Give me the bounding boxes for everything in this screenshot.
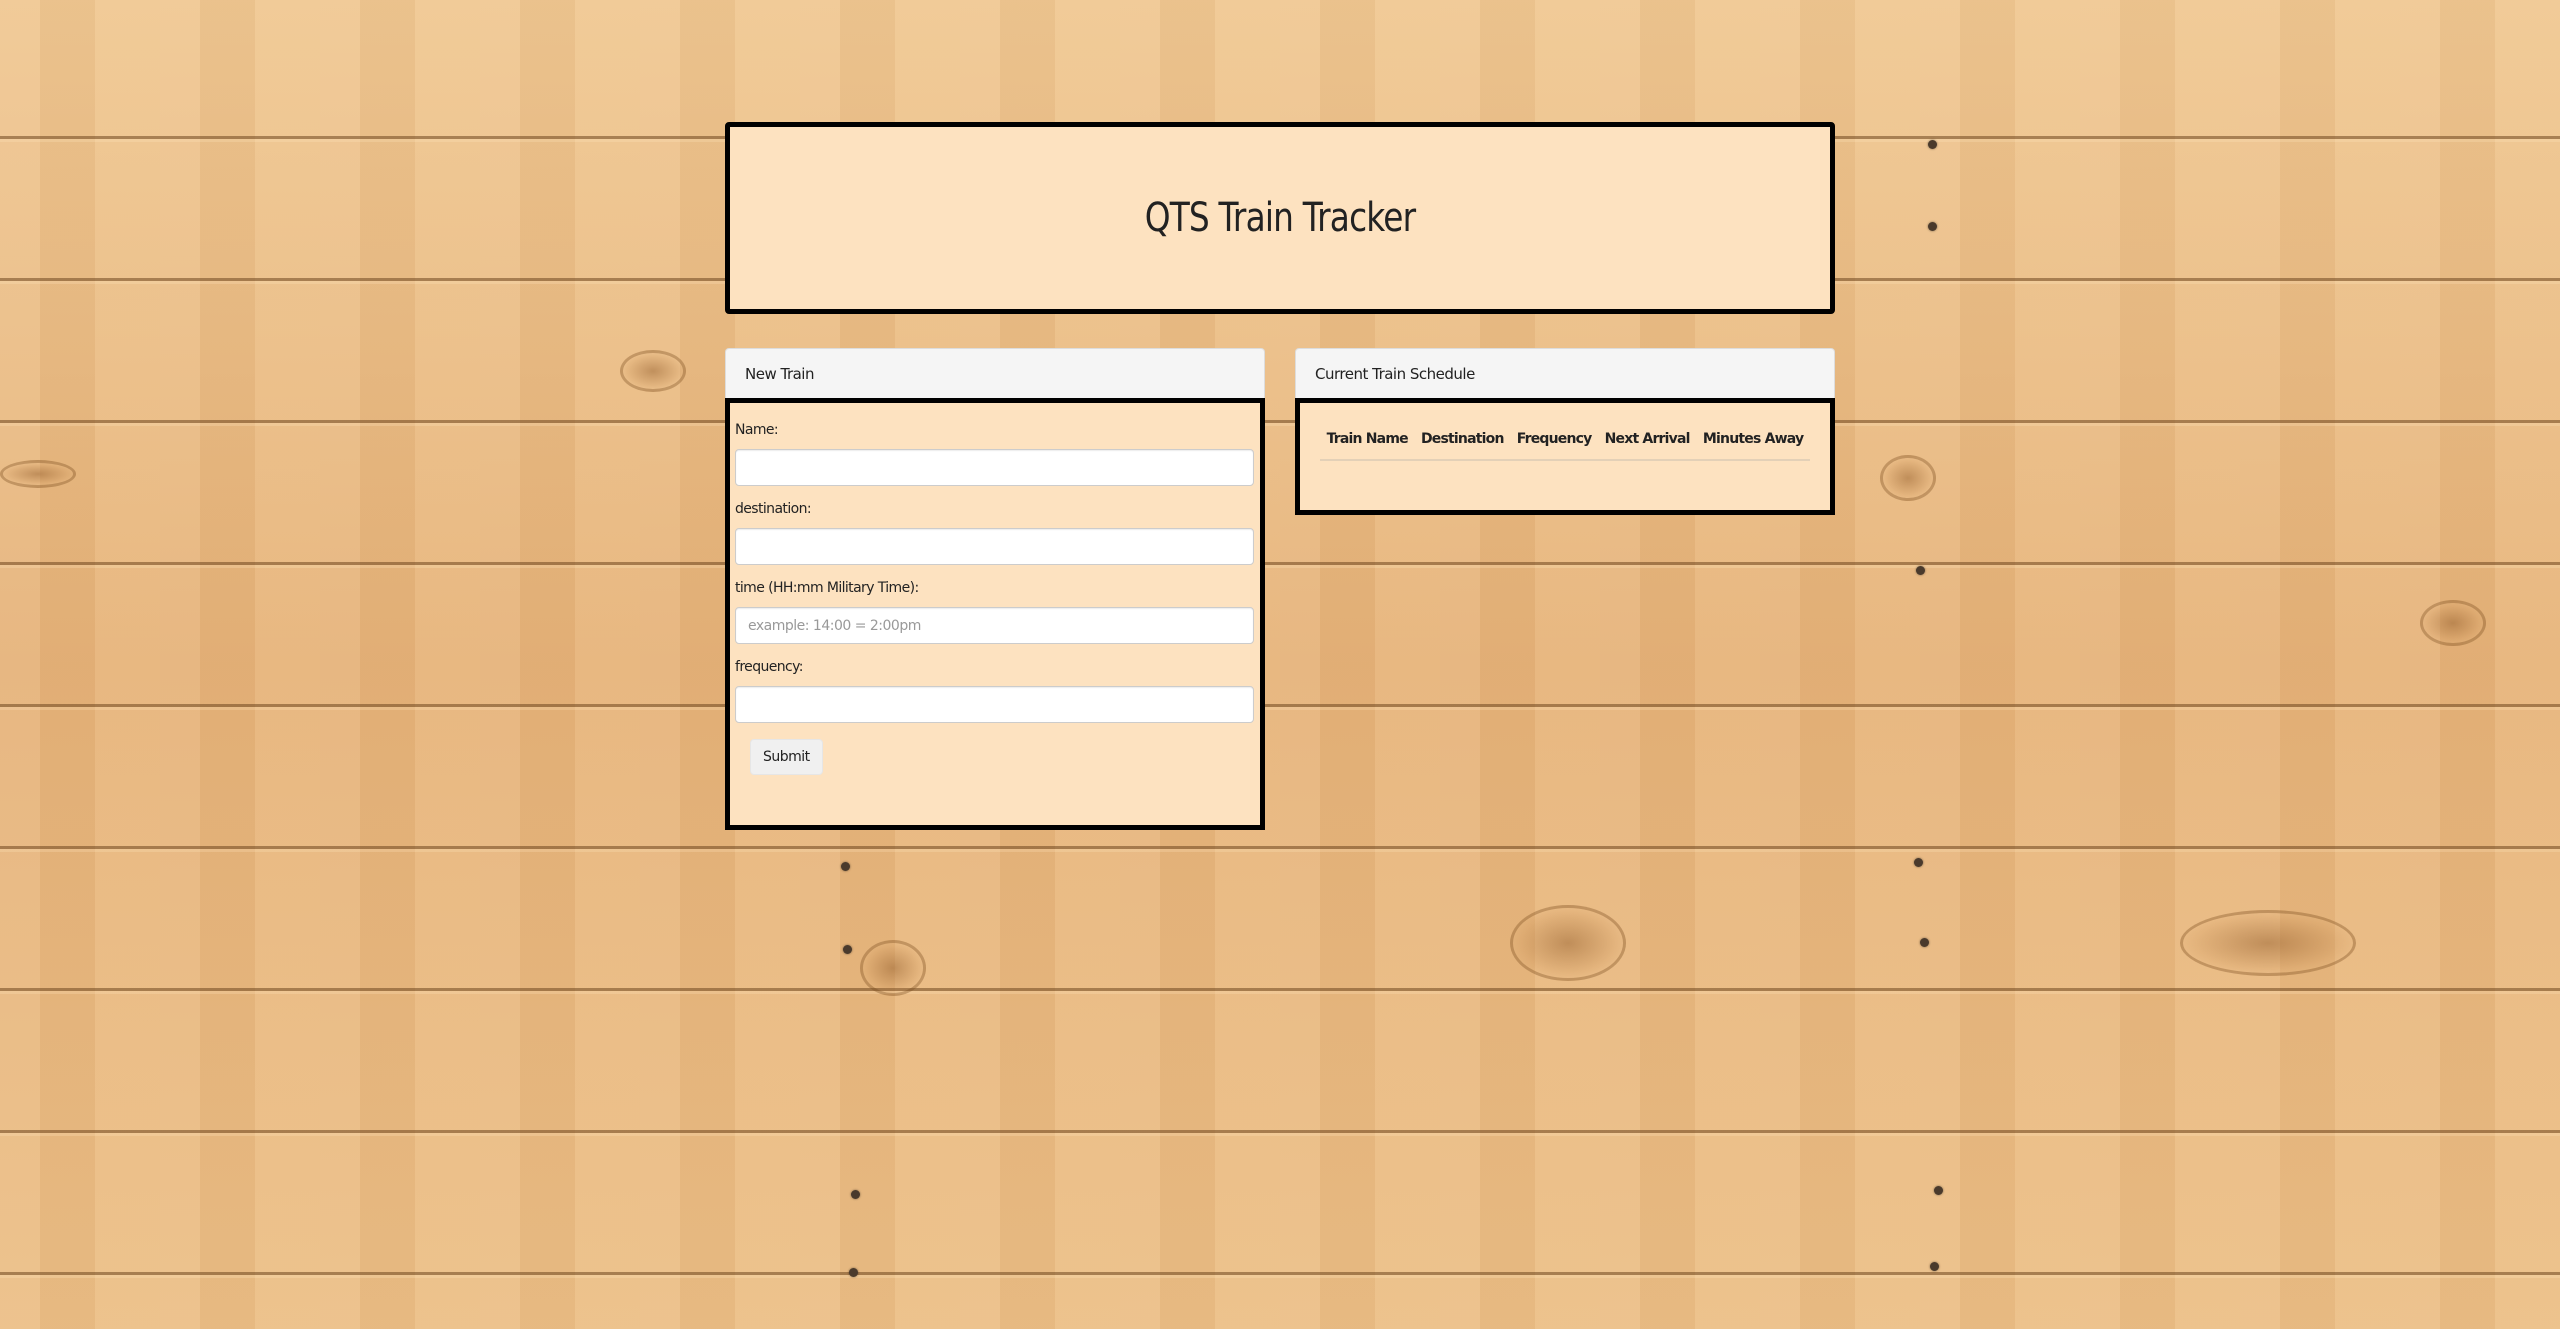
nail-head xyxy=(1930,1262,1939,1271)
nail-head xyxy=(1934,1186,1943,1195)
nail-head xyxy=(1920,938,1929,947)
nail-head xyxy=(851,1190,860,1199)
name-form-group: Name: xyxy=(735,421,1255,486)
nail-head xyxy=(1928,140,1937,149)
schedule-table-container: Train Name Destination Frequency Next Ar… xyxy=(1295,398,1835,515)
frequency-input[interactable] xyxy=(735,686,1254,723)
destination-form-group: destination: xyxy=(735,500,1255,565)
column-header-minutes-away: Minutes Away xyxy=(1696,423,1810,461)
frequency-form-group: frequency: xyxy=(735,658,1255,723)
name-input[interactable] xyxy=(735,449,1254,486)
page-title: QTS Train Tracker xyxy=(1144,195,1416,241)
wood-knot xyxy=(620,350,686,392)
time-label: time (HH:mm Military Time): xyxy=(735,580,919,596)
destination-label: destination: xyxy=(735,501,812,517)
new-train-form: Name: destination: time (HH:mm Military … xyxy=(725,398,1265,830)
wood-knot xyxy=(0,460,76,488)
wood-knot xyxy=(2420,600,2486,646)
column-header-destination: Destination xyxy=(1414,423,1511,461)
time-form-group: time (HH:mm Military Time): xyxy=(735,579,1255,644)
submit-button[interactable]: Submit xyxy=(750,739,823,775)
schedule-table: Train Name Destination Frequency Next Ar… xyxy=(1320,423,1810,461)
wood-knot xyxy=(1510,905,1626,981)
time-input[interactable] xyxy=(735,607,1254,644)
frequency-label: frequency: xyxy=(735,659,804,675)
schedule-panel: Current Train Schedule Train Name Destin… xyxy=(1295,348,1835,515)
schedule-header-row: Train Name Destination Frequency Next Ar… xyxy=(1320,423,1810,461)
wood-knot xyxy=(2180,910,2356,976)
nail-head xyxy=(843,945,852,954)
column-header-frequency: Frequency xyxy=(1510,423,1599,461)
name-label: Name: xyxy=(735,422,779,438)
nail-head xyxy=(1914,858,1923,867)
schedule-panel-heading: Current Train Schedule xyxy=(1295,348,1835,398)
nail-head xyxy=(1916,566,1925,575)
new-train-panel-heading: New Train xyxy=(725,348,1265,398)
wood-knot xyxy=(860,940,926,996)
column-header-next-arrival: Next Arrival xyxy=(1598,423,1697,461)
nail-head xyxy=(849,1268,858,1277)
destination-input[interactable] xyxy=(735,528,1254,565)
new-train-panel: New Train Name: destination: time (HH:mm… xyxy=(725,348,1265,830)
header-banner: QTS Train Tracker xyxy=(725,122,1835,314)
nail-head xyxy=(1928,222,1937,231)
wood-knot xyxy=(1880,455,1936,501)
nail-head xyxy=(841,862,850,871)
column-header-train-name: Train Name xyxy=(1320,423,1415,461)
